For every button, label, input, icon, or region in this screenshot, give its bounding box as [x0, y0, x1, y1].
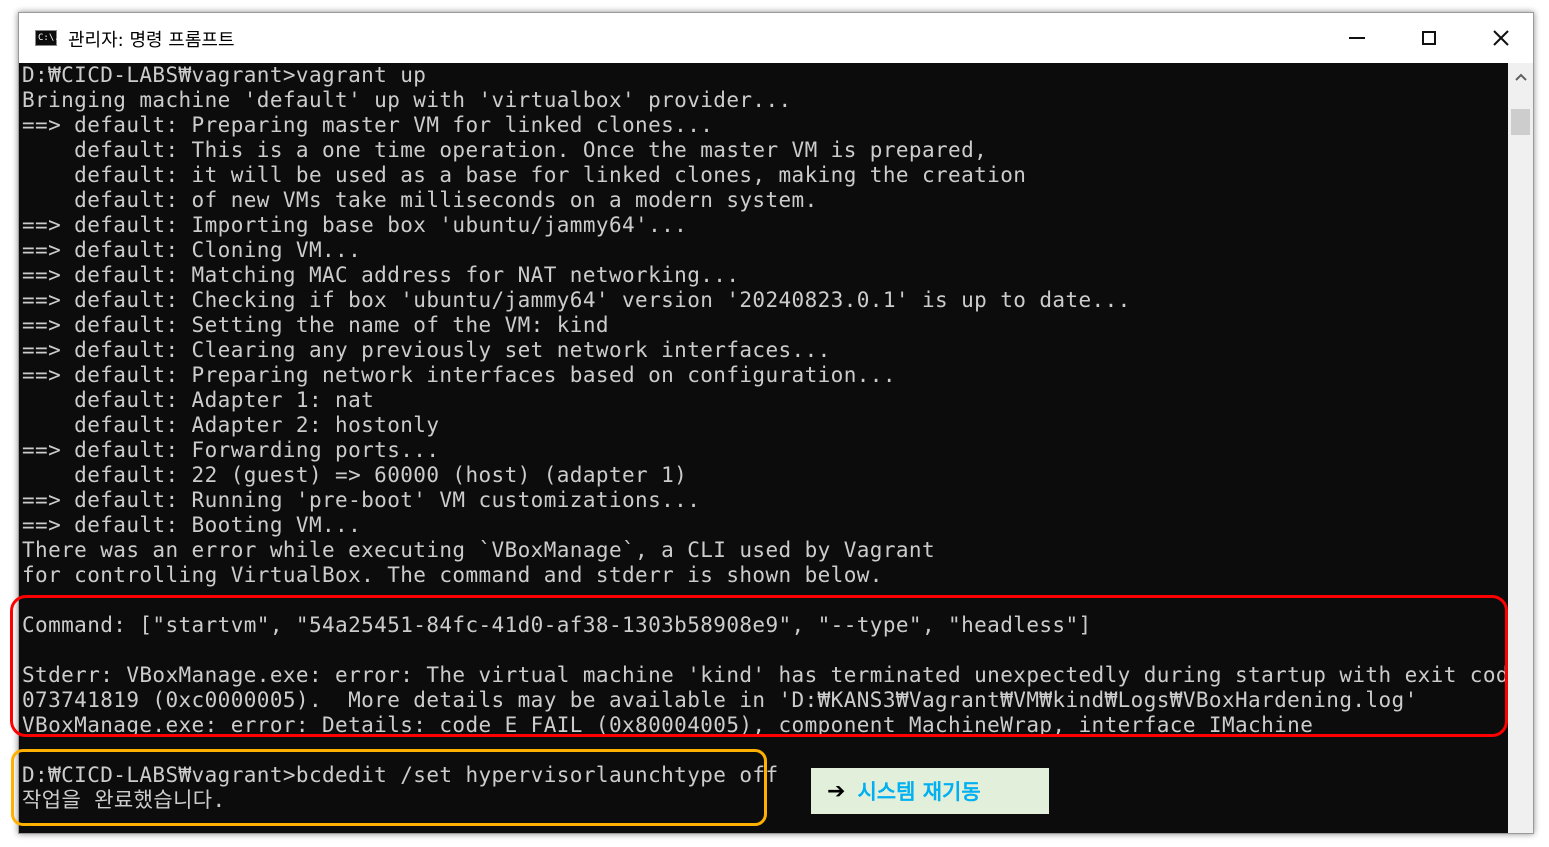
vertical-scrollbar[interactable] — [1508, 63, 1533, 833]
command-highlight-box — [11, 749, 767, 826]
terminal-line: ==> default: Running 'pre-boot' VM custo… — [22, 488, 701, 512]
reboot-note: ➔ 시스템 재기동 — [811, 768, 1049, 814]
terminal-line: ==> default: Importing base box 'ubuntu/… — [22, 213, 688, 237]
terminal-line: ==> default: Preparing network interface… — [22, 363, 896, 387]
terminal-line: ==> default: Checking if box 'ubuntu/jam… — [22, 288, 1131, 312]
terminal-line: default: Adapter 1: nat — [22, 388, 375, 412]
minimize-icon — [1349, 37, 1365, 39]
console-app-icon: C:\. — [35, 30, 60, 46]
terminal-line: Bringing machine 'default' up with 'virt… — [22, 88, 792, 112]
terminal-line: D:₩CICD-LABS₩vagrant>vagrant up — [22, 63, 427, 87]
terminal-line: default: 22 (guest) => 60000 (host) (ada… — [22, 463, 688, 487]
terminal-line: ==> default: Booting VM... — [22, 513, 362, 537]
terminal-line: ==> default: Clearing any previously set… — [22, 338, 831, 362]
terminal-line: default: of new VMs take milliseconds on… — [22, 188, 818, 212]
maximize-icon — [1422, 31, 1436, 45]
terminal-line: ==> default: Setting the name of the VM:… — [22, 313, 609, 337]
error-highlight-box — [10, 595, 1508, 737]
terminal-line: ==> default: Preparing master VM for lin… — [22, 113, 714, 137]
close-icon — [1493, 30, 1509, 46]
terminal-line: ==> default: Matching MAC address for NA… — [22, 263, 740, 287]
reboot-note-text: 시스템 재기동 — [857, 780, 981, 804]
chevron-up-icon — [1514, 73, 1527, 81]
window-title: 관리자: 명령 프롬프트 — [68, 30, 235, 51]
terminal-line: default: Adapter 2: hostonly — [22, 413, 440, 437]
terminal-line: ==> default: Cloning VM... — [22, 238, 362, 262]
terminal-line: There was an error while executing `VBox… — [22, 538, 936, 562]
scrollbar-thumb[interactable] — [1511, 109, 1530, 135]
scroll-up-button[interactable] — [1508, 63, 1533, 91]
close-button[interactable] — [1465, 13, 1533, 63]
minimize-button[interactable] — [1321, 13, 1393, 63]
terminal-line: ==> default: Forwarding ports... — [22, 438, 440, 462]
terminal-line: for controlling VirtualBox. The command … — [22, 563, 883, 587]
terminal-line: default: it will be used as a base for l… — [22, 163, 1027, 187]
title-bar[interactable]: C:\. 관리자: 명령 프롬프트 — [19, 13, 1533, 63]
arrow-right-icon: ➔ — [827, 778, 846, 804]
terminal-line: default: This is a one time operation. O… — [22, 138, 988, 162]
maximize-button[interactable] — [1393, 13, 1465, 63]
